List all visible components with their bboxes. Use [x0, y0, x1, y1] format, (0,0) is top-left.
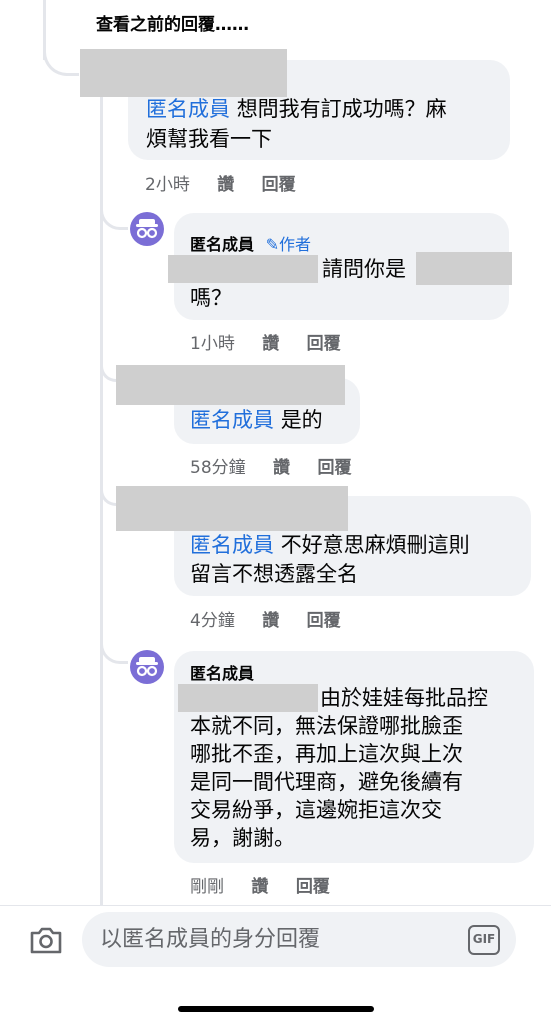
avatar[interactable] [130, 650, 164, 684]
reply-button[interactable]: 回覆 [317, 458, 351, 478]
comment-meta: 58分鐘 讚 回覆 [190, 453, 373, 478]
comment-text-line3: 哪批不歪，再加上這次與上次 [190, 742, 463, 766]
redacted-profile-area [116, 486, 348, 531]
gif-icon[interactable]: GIF [468, 925, 500, 955]
anonymous-icon [136, 657, 158, 677]
comment-meta: 4分鐘 讚 回覆 [190, 606, 363, 631]
commenter-name[interactable]: 匿名成員 [190, 660, 254, 684]
thread-curve-2 [100, 200, 128, 230]
like-button[interactable]: 讚 [273, 458, 290, 478]
anonymous-icon [136, 219, 158, 239]
comment-text-line6: 易，謝謝。 [190, 826, 295, 850]
redacted-text [416, 252, 512, 285]
comment-text-line2: 煩幫我看一下 [146, 127, 272, 151]
like-button[interactable]: 讚 [262, 611, 279, 631]
comment-text: 由於娃娃每批品控 [320, 686, 488, 710]
comment-text: 請問你是 [322, 257, 406, 281]
comment-text-line2: 本就不同，無法保證哪批臉歪 [190, 714, 463, 738]
comment-time: 4分鐘 [190, 611, 235, 631]
comment-text: 匿名成員 想問我有訂成功嗎？麻 [146, 97, 447, 121]
comment-time: 2小時 [145, 175, 190, 195]
mention-link[interactable]: 匿名成員 [190, 408, 274, 432]
thread-curve-5 [100, 638, 128, 664]
comment-time: 剛剛 [190, 877, 224, 897]
avatar[interactable] [130, 212, 164, 246]
redacted-text [178, 684, 318, 712]
mention-link[interactable]: 匿名成員 [146, 97, 230, 121]
home-indicator [178, 1006, 374, 1012]
redacted-profile-area [80, 49, 287, 97]
camera-icon[interactable] [28, 922, 64, 958]
like-button[interactable]: 讚 [217, 175, 234, 195]
like-button[interactable]: 讚 [251, 877, 268, 897]
comment-text: 匿名成員 是的 [190, 408, 323, 432]
reply-input[interactable]: 以匿名成員的身分回覆 [82, 912, 516, 967]
comment-text: 匿名成員 不好意思麻煩刪這則 [190, 533, 470, 557]
reply-button[interactable]: 回覆 [307, 611, 341, 631]
comment-text-line2: 嗎？ [190, 286, 232, 310]
comment-time: 58分鐘 [190, 458, 246, 478]
author-badge: ✎作者 [265, 235, 312, 254]
comment-time: 1小時 [190, 334, 235, 354]
redacted-profile-area [116, 365, 345, 405]
reply-button[interactable]: 回覆 [307, 334, 341, 354]
thread-curve [43, 40, 79, 76]
redacted-text [168, 255, 318, 283]
mention-link[interactable]: 匿名成員 [190, 533, 274, 557]
comment-text-line5: 交易紛爭，這邊婉拒這次交 [190, 798, 442, 822]
commenter-name[interactable]: 匿名成員 ✎作者 [190, 231, 311, 255]
like-button[interactable]: 讚 [262, 334, 279, 354]
comment-meta: 2小時 讚 回覆 [145, 170, 318, 195]
view-previous-replies-link[interactable]: 查看之前的回覆…… [96, 10, 249, 35]
comment-text-line2: 留言不想透露全名 [190, 562, 358, 586]
comment-meta: 剛剛 讚 回覆 [190, 872, 352, 897]
comment-meta: 1小時 讚 回覆 [190, 329, 363, 354]
reply-button[interactable]: 回覆 [262, 175, 296, 195]
comment-text-line4: 是同一間代理商，避免後續有 [190, 770, 463, 794]
reply-button[interactable]: 回覆 [296, 877, 330, 897]
